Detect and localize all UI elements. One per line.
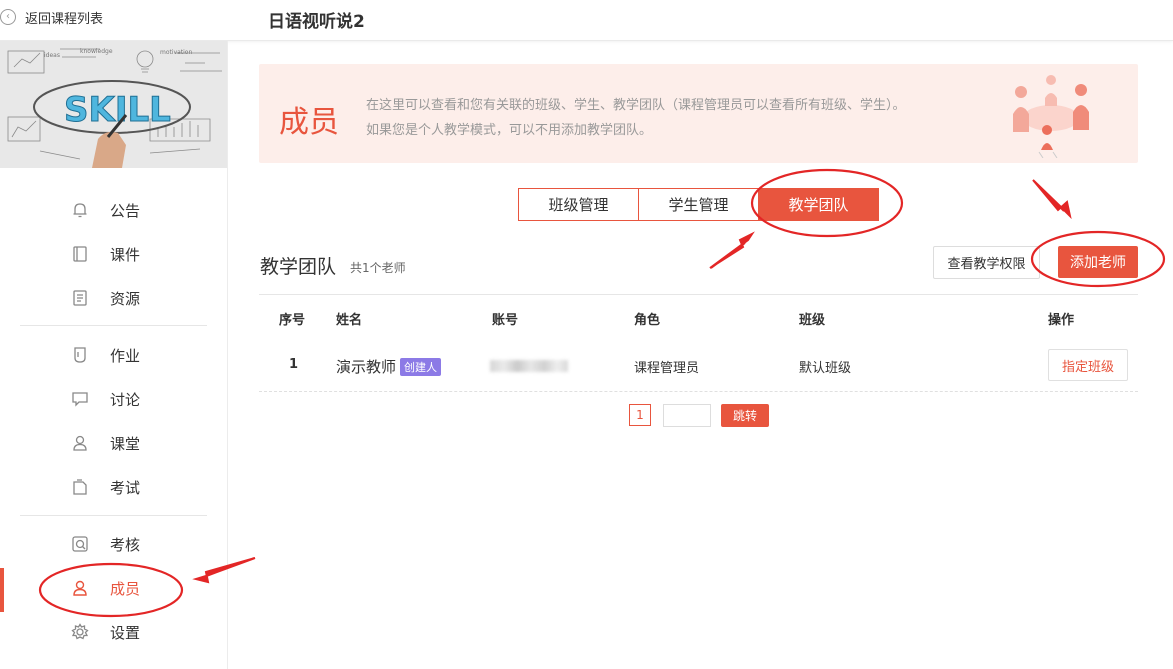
tab-class-management[interactable]: 班级管理 xyxy=(518,188,639,221)
team-illustration xyxy=(1013,75,1089,158)
annotation-arrow-team-tab xyxy=(709,231,755,269)
teacher-count: 共1个老师 xyxy=(350,261,406,275)
chat-icon xyxy=(71,390,89,408)
sidebar-item-assessment[interactable]: 考核 xyxy=(0,524,227,564)
column-header-role: 角色 xyxy=(634,313,661,328)
homework-icon xyxy=(71,346,89,364)
column-header-index: 序号 xyxy=(279,313,306,328)
back-label: 返回课程列表 xyxy=(25,11,104,27)
row-class: 默认班级 xyxy=(799,361,852,376)
column-header-account: 账号 xyxy=(492,313,519,328)
sidebar-item-label: 考核 xyxy=(110,535,141,554)
creator-badge: 创建人 xyxy=(400,358,442,376)
row-index: 1 xyxy=(289,357,299,372)
gear-icon xyxy=(71,623,89,641)
row-divider xyxy=(259,391,1138,392)
banner-description-line1: 在这里可以查看和您有关联的班级、学生、教学团队（课程管理员可以查看所有班级、学生… xyxy=(366,98,906,113)
sidebar: ideas motivation knowledge SKILL 公告 课件 资… xyxy=(0,41,228,669)
book-icon xyxy=(71,245,89,263)
assign-class-button[interactable]: 指定班级 xyxy=(1048,349,1128,381)
column-header-name: 姓名 xyxy=(336,313,363,328)
teacher-name: 演示教师 xyxy=(336,358,397,376)
banner-description-line2: 如果您是个人教学模式，可以不用添加教学团队。 xyxy=(366,123,653,138)
sidebar-item-label: 讨论 xyxy=(110,390,141,409)
tab-student-management[interactable]: 学生管理 xyxy=(639,188,759,221)
column-header-class: 班级 xyxy=(799,313,826,328)
sidebar-item-exam[interactable]: 考试 xyxy=(0,467,227,507)
banner-title: 成员 xyxy=(279,105,339,140)
sidebar-item-label: 课件 xyxy=(110,245,141,264)
back-to-course-list-link[interactable]: ‹ 返回课程列表 xyxy=(0,7,103,27)
sidebar-item-label: 考试 xyxy=(110,478,141,497)
view-teaching-permissions-button[interactable]: 查看教学权限 xyxy=(933,246,1040,279)
sidebar-item-courseware[interactable]: 课件 xyxy=(0,234,227,274)
cover-doodle-motivation: motivation xyxy=(160,49,192,56)
row-name-cell: 演示教师 创建人 xyxy=(336,356,442,377)
sidebar-item-label: 课堂 xyxy=(110,434,141,453)
members-banner: 成员 在这里可以查看和您有关联的班级、学生、教学团队（课程管理员可以查看所有班级… xyxy=(259,64,1138,163)
exam-icon xyxy=(71,478,89,496)
page-jump-button[interactable]: 跳转 xyxy=(721,404,769,427)
active-indicator xyxy=(0,568,4,612)
sidebar-item-members[interactable]: 成员 xyxy=(0,568,227,612)
section-title: 教学团队 xyxy=(260,256,337,278)
column-header-actions: 操作 xyxy=(1048,313,1075,328)
assessment-icon xyxy=(71,535,89,553)
sidebar-item-label: 资源 xyxy=(110,289,141,308)
member-tabs: 班级管理 学生管理 教学团队 xyxy=(518,188,879,221)
tab-teaching-team[interactable]: 教学团队 xyxy=(759,188,879,221)
classroom-icon xyxy=(71,434,89,452)
person-icon xyxy=(71,579,89,597)
sidebar-item-discussion[interactable]: 讨论 xyxy=(0,379,227,419)
course-title: 日语视听说2 xyxy=(268,12,365,32)
sidebar-item-label: 作业 xyxy=(110,346,141,365)
folder-icon xyxy=(71,289,89,307)
table-divider xyxy=(259,294,1138,295)
blurred-account xyxy=(490,360,568,372)
sidebar-divider xyxy=(20,325,207,326)
annotation-arrow-add-teacher xyxy=(1032,179,1072,220)
sidebar-item-resources[interactable]: 资源 xyxy=(0,278,227,318)
course-cover-image: ideas motivation knowledge SKILL xyxy=(0,41,227,168)
cover-doodle-ideas: ideas xyxy=(44,52,60,59)
bell-icon xyxy=(71,201,89,219)
sidebar-item-homework[interactable]: 作业 xyxy=(0,335,227,375)
row-role: 课程管理员 xyxy=(634,361,700,376)
top-bar: ‹ 返回课程列表 日语视听说2 xyxy=(0,0,1173,41)
page-jump-input[interactable] xyxy=(663,404,711,427)
sidebar-item-label: 公告 xyxy=(110,201,141,220)
sidebar-item-announcement[interactable]: 公告 xyxy=(0,190,227,230)
sidebar-item-label: 设置 xyxy=(110,623,141,642)
sidebar-item-settings[interactable]: 设置 xyxy=(0,612,227,652)
sidebar-divider xyxy=(20,515,207,516)
cover-doodle-knowledge: knowledge xyxy=(80,48,113,55)
sidebar-item-classroom[interactable]: 课堂 xyxy=(0,423,227,463)
page-number-current[interactable]: 1 xyxy=(629,404,651,426)
add-teacher-button[interactable]: 添加老师 xyxy=(1058,246,1138,278)
back-arrow-icon: ‹ xyxy=(0,9,16,25)
sidebar-item-label: 成员 xyxy=(110,579,141,598)
